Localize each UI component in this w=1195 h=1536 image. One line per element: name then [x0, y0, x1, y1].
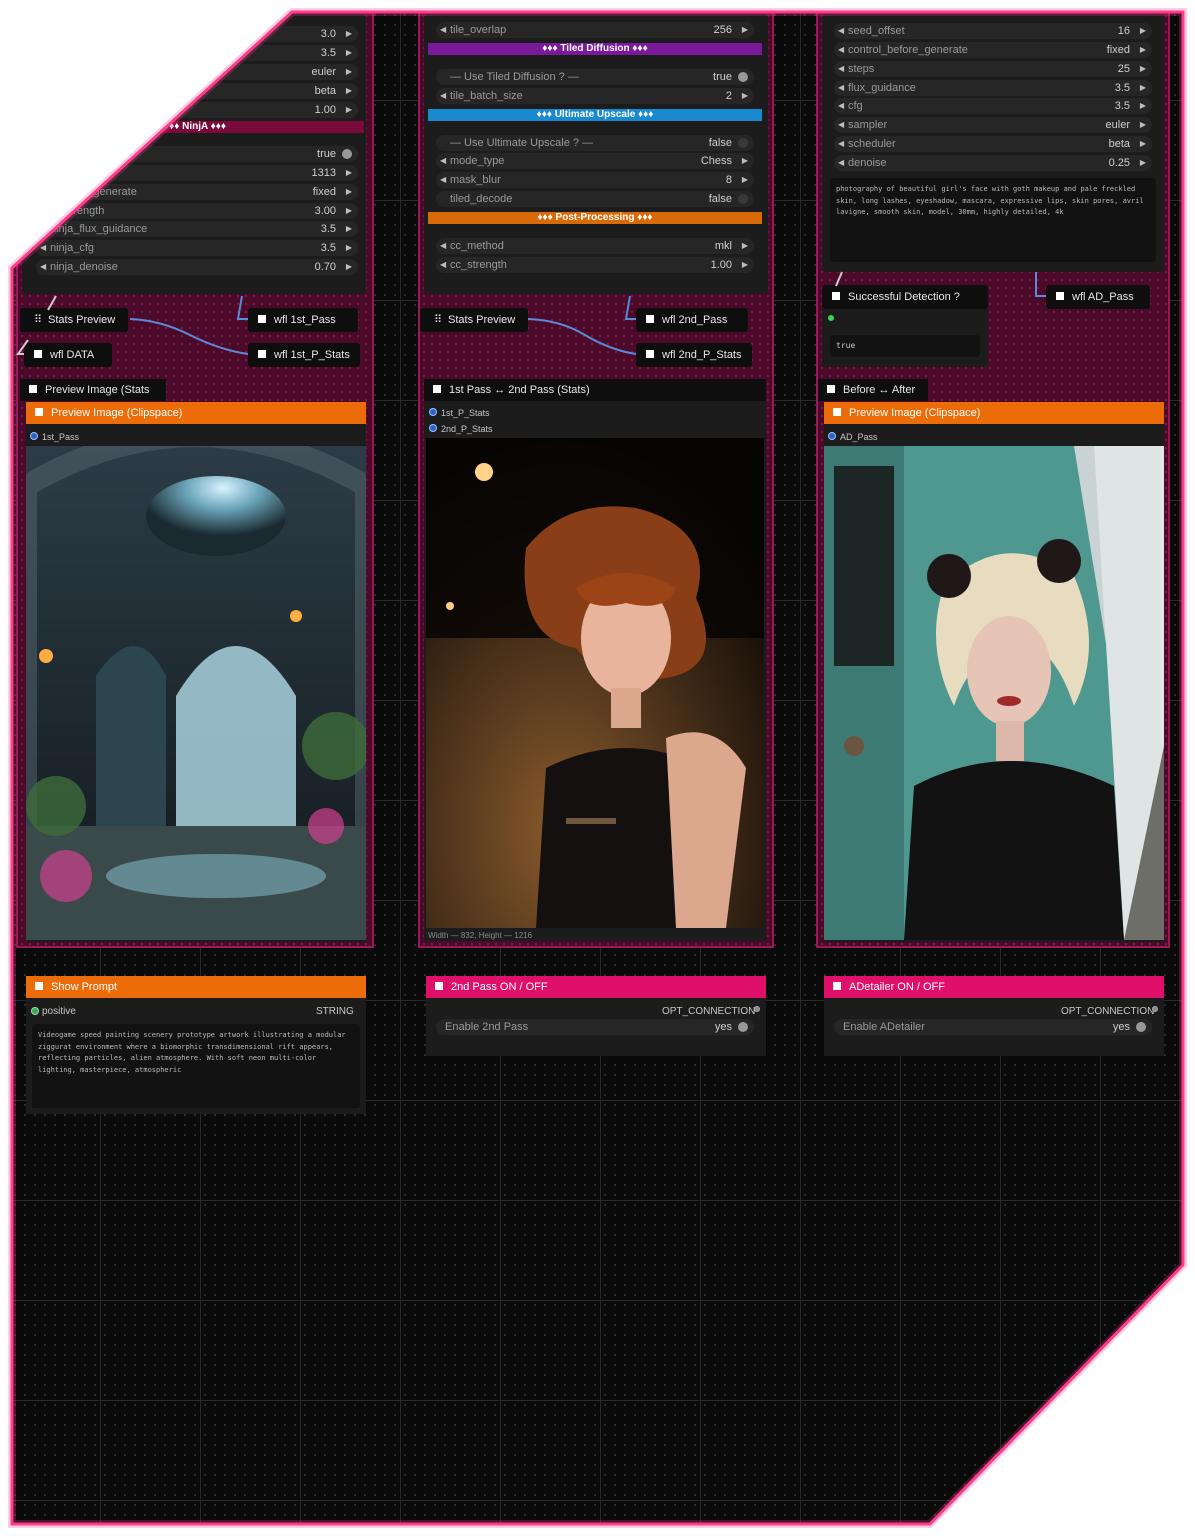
node-canvas[interactable]: 3.0 ▶ 3.5 ▶ euler ▶ beta ▶ 1.00 ▶ ♦♦♦ NinjA ♦♦♦ t… — [12, 12, 1183, 1524]
arrow-left-icon[interactable]: ◀ — [40, 203, 46, 219]
node-wires — [16, 271, 1046, 355]
widget-label: _offset — [50, 167, 83, 179]
arrow-left-icon[interactable]: ◀ — [40, 165, 46, 181]
arrow-left-icon[interactable]: ◀ — [40, 184, 46, 200]
arrow-left-icon[interactable]: ◀ — [40, 221, 46, 237]
